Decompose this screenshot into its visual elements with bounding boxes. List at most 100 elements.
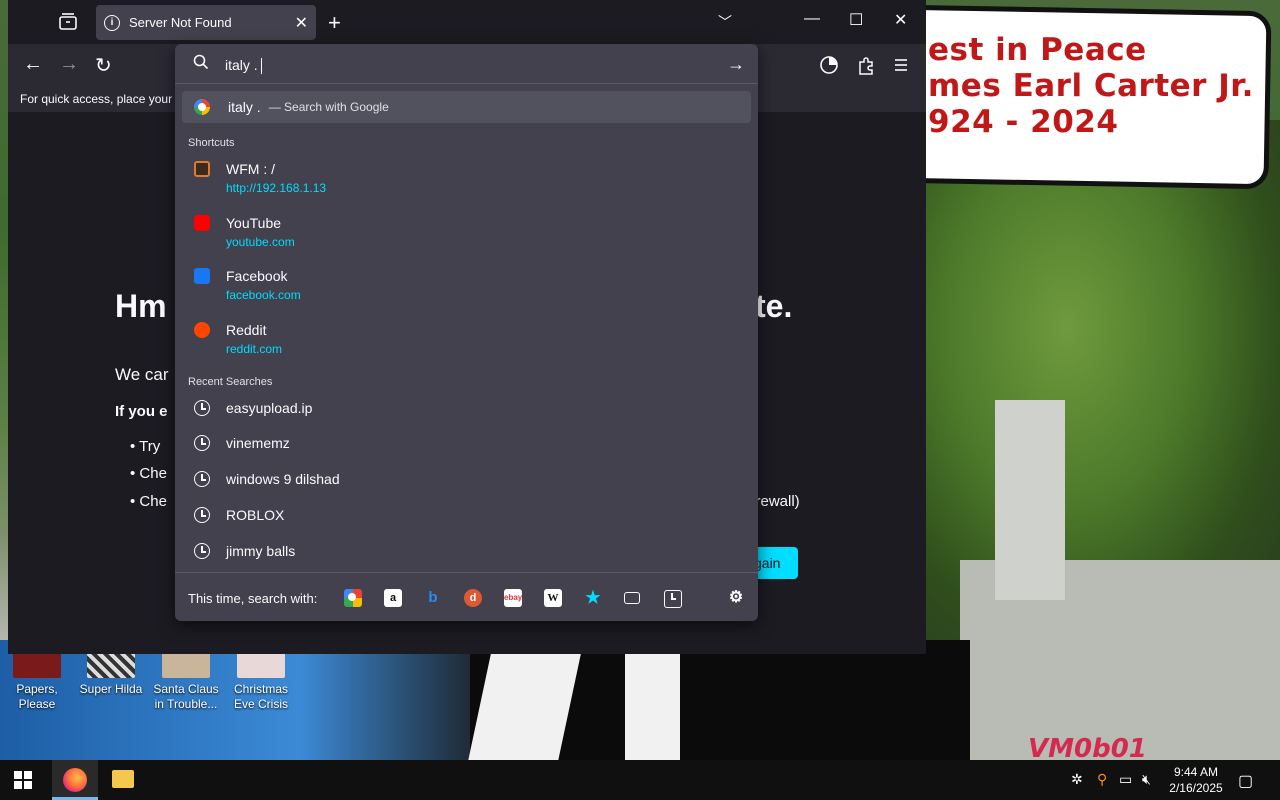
error-subheading: If you e [115,403,168,420]
desktop-icon-label: Super Hilda [79,682,143,696]
sign-text: 924 - 2024 [928,104,1119,140]
error-title-end: te. [755,288,793,324]
bing-icon[interactable]: b [424,589,442,607]
recent-search-item[interactable]: vinememz [182,435,751,455]
network-icon[interactable]: ▭ [1119,771,1132,788]
shortcut-url: reddit.com [226,342,283,356]
watermark: VM0b01 [1028,734,1147,760]
facebook-icon [194,268,210,284]
history-icon [194,543,210,559]
extensions-icon[interactable] [855,54,877,76]
wikipedia-icon[interactable]: W [544,589,562,607]
taskbar: ✲ ⚲ ▭ 🔇︎ 9:44 AM 2/16/2025 ▢ [0,760,1280,800]
history-icon [194,471,210,487]
new-tab-icon[interactable]: + [328,10,341,36]
notifications-icon[interactable]: ▢ [1238,771,1253,791]
windows-start-icon[interactable] [14,771,32,789]
close-window-icon[interactable]: ✕ [894,10,907,30]
desktop-icon-papers-please[interactable]: Papers, Please [2,648,72,712]
shortcut-title: Facebook [226,268,288,284]
url-input[interactable]: italy . → [175,44,758,84]
desktop-icon-label: Christmas Eve Crisis [233,682,288,711]
desktop-icon-super-hilda[interactable]: Super Hilda [76,648,146,697]
menu-icon[interactable] [890,54,912,76]
recent-search-text: jimmy balls [226,543,296,559]
recent-search-item[interactable]: easyupload.ip [182,400,751,420]
shortcut-url: http://192.168.1.13 [226,181,327,195]
history-icon[interactable] [664,590,682,608]
amazon-icon[interactable]: a [384,589,402,607]
recent-search-item[interactable]: ROBLOX [182,507,751,527]
search-with-label: This time, search with: [188,591,318,606]
clock-time: 9:44 AM [1173,765,1219,779]
shortcut-reddit[interactable]: Reddit reddit.com [182,318,751,358]
go-arrow-icon[interactable]: → [727,54,745,75]
desktop-icon-santa-claus[interactable]: Santa Claus in Trouble... [151,648,221,712]
shortcut-youtube[interactable]: YouTube youtube.com [182,211,751,251]
shortcuts-heading: Shortcuts [188,137,235,149]
gear-icon[interactable]: ⚙ [727,589,745,607]
error-title: Hm [115,288,167,324]
url-input-value[interactable]: italy . [225,57,262,75]
tabs-icon[interactable] [624,592,640,604]
recent-search-text: windows 9 dilshad [226,471,340,487]
recent-search-text: easyupload.ip [226,400,313,416]
sign-text: est in Peace [928,32,1147,68]
network-people-icon[interactable]: ✲ [1071,771,1083,788]
search-engine-footer: This time, search with: a b d ebay W ★ ⚙ [175,572,758,621]
tab-server-not-found[interactable]: i Server Not Found ✕ [96,5,316,40]
account-icon[interactable] [818,54,840,76]
history-icon [194,435,210,451]
error-bullet: • Try [130,438,161,455]
wallpaper-pillar [995,400,1065,600]
search-tray-icon[interactable]: ⚲ [1097,771,1107,788]
wallpaper-leg [625,650,680,760]
desktop-icon-label: Papers, Please [16,682,58,711]
shortcut-wfm[interactable]: WFM : / http://192.168.1.13 [182,157,751,197]
search-icon [193,54,209,70]
google-icon[interactable] [344,589,362,607]
shortcut-title: YouTube [226,215,282,231]
ebay-icon[interactable]: ebay [504,589,522,607]
bookmarks-hint: For quick access, place your b [20,92,183,106]
recent-searches-heading: Recent Searches [188,376,273,388]
maximize-icon[interactable]: ☐ [849,10,863,30]
file-explorer-icon[interactable] [112,770,134,788]
shortcut-title: Reddit [226,322,267,338]
volume-muted-icon[interactable]: 🔇︎ [1142,771,1151,788]
error-bullet: • Che [130,493,167,510]
history-icon [194,400,210,416]
clock-date: 2/16/2025 [1169,781,1223,795]
duckduckgo-icon[interactable]: d [464,589,482,607]
desktop-icon-label: Santa Claus in Trouble... [153,682,219,711]
shortcut-url: facebook.com [226,288,301,302]
close-tab-icon[interactable]: ✕ [295,13,308,33]
tab-list-icon[interactable] [56,10,80,34]
taskbar-firefox[interactable] [52,760,98,800]
urlbar-dropdown: italy . → italy . — Search with Google S… [175,44,758,621]
reddit-icon [194,322,210,338]
recent-search-item[interactable]: jimmy balls [182,543,751,563]
shortcut-url: youtube.com [226,235,295,249]
error-bullet: • Che [130,465,167,482]
youtube-icon [194,215,210,231]
recent-search-text: vinememz [226,435,290,451]
chevron-down-icon[interactable]: ﹀ [718,12,732,32]
tab-title: Server Not Found [129,15,232,30]
forward-icon[interactable]: → [59,53,79,76]
history-icon [194,507,210,523]
wfm-icon [194,161,210,177]
reload-icon[interactable]: ↻ [95,53,112,78]
recent-search-item[interactable]: windows 9 dilshad [182,471,751,491]
suggestion-action: — Search with Google [268,100,389,114]
desktop-icon-christmas-eve-crisis[interactable]: Christmas Eve Crisis [226,648,296,712]
google-icon [194,99,210,115]
clock[interactable]: 9:44 AM 2/16/2025 [1168,764,1224,796]
minimize-icon[interactable]: — [804,10,820,28]
back-icon[interactable]: ← [23,53,43,76]
error-message: We car [115,365,169,384]
bookmarks-icon[interactable]: ★ [584,589,602,607]
shortcut-facebook[interactable]: Facebook facebook.com [182,264,751,304]
search-suggestion-google[interactable]: italy . — Search with Google [182,91,751,123]
info-icon: i [104,14,120,31]
